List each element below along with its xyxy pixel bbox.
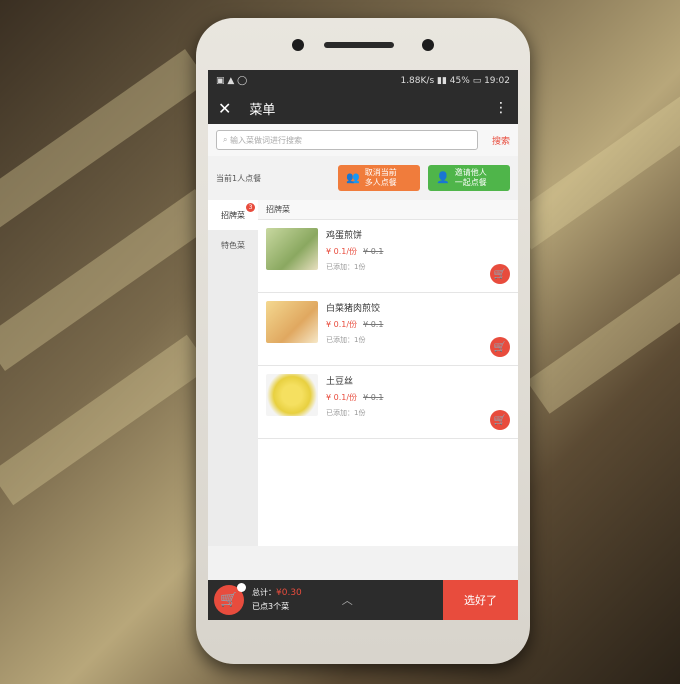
order-row: 当前1人点餐 👥 取消当前 多人点餐 👤 邀请他人 一起点餐	[208, 156, 518, 200]
category-signature[interactable]: 招牌菜 3	[208, 200, 258, 230]
item-name: 土豆丝	[326, 377, 354, 387]
net-speed: 1.88K/s	[400, 76, 435, 86]
add-to-cart-button[interactable]: 🛒	[490, 337, 510, 357]
chevron-up-icon[interactable]: ︿	[342, 592, 353, 608]
item-list: 招牌菜 鸡蛋煎饼 ¥ 0.1/份 ¥ 0.1 已添加：1份 🛒 白菜猪肉煎饺 ¥ …	[258, 200, 518, 546]
cancel-multi-label: 取消当前 多人点餐	[364, 168, 397, 187]
item-photo	[266, 228, 318, 270]
total-amount: ¥0.30	[276, 588, 302, 599]
menu-content: 招牌菜 3 特色菜 招牌菜 鸡蛋煎饼 ¥ 0.1/份 ¥ 0.1 已添加：1份 🛒	[208, 200, 518, 546]
total-label: 总计：	[252, 588, 276, 598]
phone: ▣ ▲ ◯ 1.88K/s ▮▮ 45% ▭ 19:02 ✕ 菜单 ⋮ ⌕ 输入…	[196, 18, 530, 664]
item-price: ¥ 0.1/份 ¥ 0.1	[326, 247, 384, 256]
item-photo	[266, 301, 318, 343]
speaker	[324, 42, 394, 48]
signal-icon: ▮▮	[437, 76, 447, 86]
item-added: 已添加：1份	[326, 263, 366, 271]
order-totals: 总计：¥0.30 已点3个菜	[252, 587, 302, 613]
invite-button[interactable]: 👤 邀请他人 一起点餐	[428, 165, 510, 191]
group-icon: 👥	[346, 171, 360, 185]
item-price: ¥ 0.1/份 ¥ 0.1	[326, 320, 384, 329]
item-name: 白菜猪肉煎饺	[326, 304, 381, 314]
battery-icon: ▭	[472, 76, 485, 86]
status-icons: ▣ ▲ ◯	[216, 76, 248, 86]
title-bar: ✕ 菜单 ⋮	[208, 92, 518, 124]
front-camera	[292, 39, 304, 51]
clock: 19:02	[484, 76, 510, 86]
search-icon: ⌕	[223, 135, 231, 144]
item-added: 已添加：1份	[326, 409, 366, 417]
status-bar: ▣ ▲ ◯ 1.88K/s ▮▮ 45% ▭ 19:02	[208, 70, 518, 92]
category-badge: 3	[246, 203, 255, 212]
list-item[interactable]: 土豆丝 ¥ 0.1/份 ¥ 0.1 已添加：1份 🛒	[258, 366, 518, 439]
item-count: 已点3个菜	[252, 601, 290, 611]
add-to-cart-button[interactable]: 🛒	[490, 410, 510, 430]
cart-badge	[237, 583, 246, 592]
order-label: 当前1人点餐	[216, 173, 262, 183]
cancel-multi-order-button[interactable]: 👥 取消当前 多人点餐	[338, 165, 420, 191]
battery-level: 45%	[449, 76, 470, 86]
bottom-bar: 🛒 总计：¥0.30 已点3个菜 ︿ 选好了	[208, 580, 518, 620]
list-item[interactable]: 鸡蛋煎饼 ¥ 0.1/份 ¥ 0.1 已添加：1份 🛒	[258, 220, 518, 293]
cart-icon: 🛒	[493, 341, 507, 353]
item-price: ¥ 0.1/份 ¥ 0.1	[326, 393, 384, 402]
item-added: 已添加：1份	[326, 336, 366, 344]
item-name: 鸡蛋煎饼	[326, 231, 363, 241]
more-icon[interactable]: ⋮	[494, 100, 508, 116]
invite-label: 邀请他人 一起点餐	[454, 168, 487, 187]
cart-icon: 🛒	[493, 268, 507, 280]
cart-icon: 🛒	[220, 592, 238, 608]
search-placeholder: 输入菜做词进行搜索	[230, 135, 303, 145]
list-item[interactable]: 白菜猪肉煎饺 ¥ 0.1/份 ¥ 0.1 已添加：1份 🛒	[258, 293, 518, 366]
person-icon: 👤	[436, 171, 450, 185]
add-to-cart-button[interactable]: 🛒	[490, 264, 510, 284]
sensor	[422, 39, 434, 51]
close-icon[interactable]: ✕	[218, 99, 231, 118]
cart-icon: 🛒	[493, 414, 507, 426]
screen: ▣ ▲ ◯ 1.88K/s ▮▮ 45% ▭ 19:02 ✕ 菜单 ⋮ ⌕ 输入…	[208, 70, 518, 620]
search-input[interactable]: ⌕ 输入菜做词进行搜索	[216, 130, 478, 150]
category-list: 招牌菜 3 特色菜	[208, 200, 258, 546]
cart-button[interactable]: 🛒	[214, 583, 246, 615]
search-button[interactable]: 搜索	[492, 134, 510, 147]
section-title: 招牌菜	[258, 200, 518, 220]
item-photo	[266, 374, 318, 416]
done-button[interactable]: 选好了	[443, 580, 518, 620]
search-row: ⌕ 输入菜做词进行搜索 搜索	[208, 124, 518, 156]
category-special[interactable]: 特色菜	[208, 230, 258, 260]
page-title: 菜单	[249, 102, 276, 118]
